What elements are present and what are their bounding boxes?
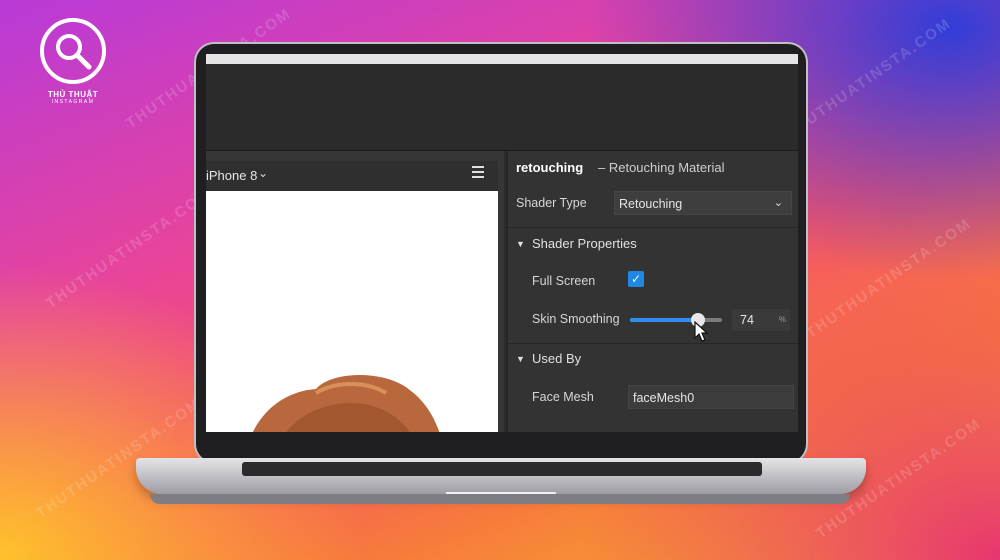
skin-smoothing-value: 74 <box>740 313 754 327</box>
face-mesh-field[interactable]: faceMesh0 <box>628 385 794 409</box>
skin-smoothing-input[interactable]: 74 % <box>732 309 790 331</box>
divider <box>508 343 798 344</box>
slider-fill <box>630 318 699 322</box>
inspector-panel: retouching – Retouching Material Shader … <box>506 151 798 432</box>
skin-smoothing-label: Skin Smoothing <box>532 312 620 326</box>
device-selector[interactable]: iPhone 8 <box>206 168 257 183</box>
full-screen-checkbox[interactable]: ✓ <box>628 271 644 287</box>
device-preview <box>206 191 498 432</box>
brand-name: THỦ THUẬT <box>47 90 99 99</box>
divider <box>508 227 798 228</box>
collapse-triangle-icon[interactable]: ▼ <box>516 239 525 249</box>
chevron-down-icon: ⌄ <box>773 197 783 209</box>
laptop-base <box>136 458 866 498</box>
device-bar: iPhone 8 ⌄ <box>206 161 498 191</box>
laptop-base-bottom <box>150 494 850 504</box>
menu-icon[interactable] <box>472 166 484 178</box>
brand-tagline: INSTAGRAM <box>51 99 95 105</box>
chevron-down-icon[interactable]: ⌄ <box>258 166 268 180</box>
used-by-header[interactable]: Used By <box>532 351 581 366</box>
shader-properties-header[interactable]: Shader Properties <box>532 236 637 251</box>
face-mesh-value: faceMesh0 <box>633 391 695 405</box>
skin-smoothing-unit: % <box>778 315 786 324</box>
brand-logo: THỦ THUẬT INSTAGRAM <box>34 18 112 105</box>
collapse-triangle-icon[interactable]: ▼ <box>516 354 525 364</box>
preview-panel: iPhone 8 ⌄ <box>206 151 504 432</box>
shader-type-select[interactable]: Retouching ⌄ <box>614 191 792 215</box>
mouse-cursor-icon <box>694 321 708 342</box>
shader-type-label: Shader Type <box>516 196 587 210</box>
app-toolbar <box>206 64 798 151</box>
laptop-keyboard <box>242 462 762 476</box>
watermark: THUTHUATINSTA.COM <box>782 14 955 143</box>
full-screen-label: Full Screen <box>532 274 596 288</box>
skin-smoothing-slider[interactable] <box>630 313 722 327</box>
face-mesh-label: Face Mesh <box>532 390 594 404</box>
material-subtitle: – Retouching Material <box>598 160 725 175</box>
app-top-bar <box>206 54 798 64</box>
face-preview-image <box>252 375 440 432</box>
laptop-screen: iPhone 8 ⌄ retouching – Retouching Mater… <box>206 54 798 432</box>
search-icon <box>40 18 106 84</box>
shader-type-value: Retouching <box>619 197 683 211</box>
watermark: THUTHUATINSTA.COM <box>802 214 975 343</box>
material-name: retouching <box>516 160 584 175</box>
watermark: THUTHUATINSTA.COM <box>42 184 215 313</box>
